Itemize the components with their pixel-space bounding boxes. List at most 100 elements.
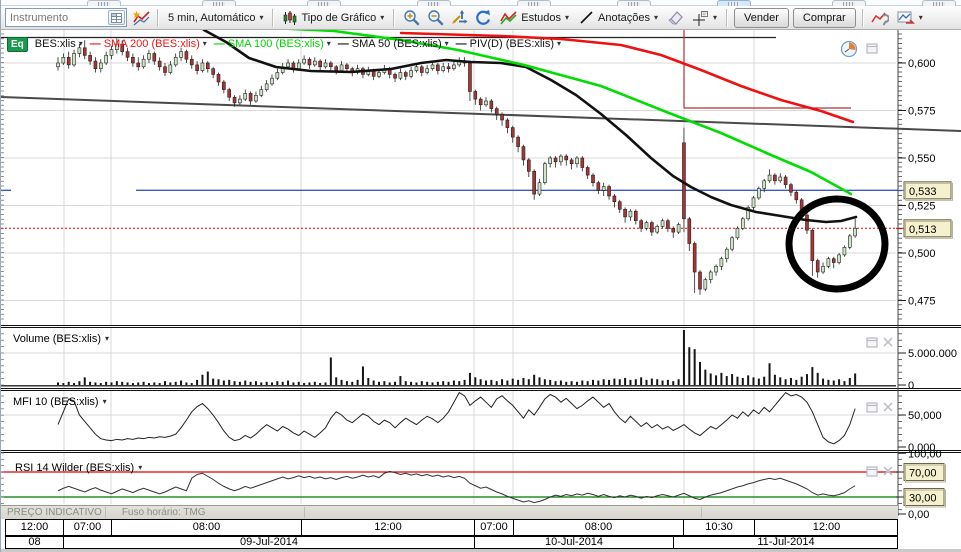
rsi-panel-dropdown[interactable]: RSI 14 Wilder (BES:xlis) ▾ xyxy=(15,462,142,474)
chart-settings-button[interactable] xyxy=(870,8,890,28)
candle-body xyxy=(853,228,857,237)
candle-body xyxy=(650,222,654,233)
date-axis-cell: 08 xyxy=(28,536,41,549)
volume-bar xyxy=(292,382,295,385)
candle-body xyxy=(740,218,745,229)
volume-bar xyxy=(538,377,541,385)
chart-export-icon xyxy=(897,11,915,24)
chart-plot-area[interactable]: 0,600 0,575 0,550 0,525 0,500 0,475 0,533 0,513… xyxy=(1,0,961,552)
volume-bar xyxy=(597,380,600,385)
time-axis-cell: 07:00 xyxy=(63,520,111,535)
candle-body xyxy=(837,254,841,263)
line-sample-icon: — xyxy=(213,38,225,50)
volume-bar xyxy=(271,382,273,385)
volume-bar xyxy=(506,380,509,385)
restore-panel-icon[interactable] xyxy=(866,337,878,348)
candle-body xyxy=(377,72,381,77)
candle-body xyxy=(484,100,488,106)
eraser-button[interactable] xyxy=(665,8,685,28)
buy-button[interactable]: Comprar xyxy=(792,7,856,28)
volume-bar xyxy=(682,329,685,385)
studies-label: Estudos xyxy=(521,11,562,24)
volume-bar xyxy=(608,379,611,385)
candle-body xyxy=(730,237,734,250)
volume-bar xyxy=(324,382,327,385)
volume-panel-dropdown[interactable]: Volume (BES:xlis) ▾ xyxy=(13,333,109,345)
candle-body xyxy=(815,260,820,273)
pan-adjust-button[interactable] xyxy=(449,8,469,28)
candle-body xyxy=(430,64,435,70)
mfi-line xyxy=(57,391,856,445)
volume-bar xyxy=(624,377,627,385)
candle-body xyxy=(805,214,809,231)
volume-bar xyxy=(420,381,423,385)
volume-bar xyxy=(800,376,803,385)
chart-legend: Eq BES:xlis ▾ — SMA 200 (BES:xlis) ▾ — S… xyxy=(7,36,561,52)
legend-sma200-dropdown[interactable]: — SMA 200 (BES:xlis) ▾ xyxy=(90,38,207,50)
volume-bar xyxy=(94,382,97,385)
volume-bar xyxy=(378,381,380,385)
candle-body xyxy=(93,60,98,69)
volume-bar xyxy=(73,383,76,385)
interval-dropdown[interactable]: 5 min, Automático ▾ xyxy=(165,10,266,26)
chart-canvas[interactable]: 0,600 0,575 0,550 0,525 0,500 0,475 0,533 0,513… xyxy=(1,0,961,552)
volume-bar xyxy=(287,380,290,385)
delayed-data-clock-icon[interactable] xyxy=(840,40,858,58)
indicative-price-label: PREÇO INDICATIVO xyxy=(7,507,102,518)
volume-bar xyxy=(410,381,413,385)
candle-body xyxy=(254,95,258,102)
chart-export-dropdown[interactable]: ▾ xyxy=(894,8,926,27)
volume-bar xyxy=(110,382,113,385)
volume-bar xyxy=(715,375,718,385)
zoom-in-button[interactable] xyxy=(401,8,421,28)
crosshair-dropdown[interactable]: ▾ xyxy=(689,8,720,28)
volume-bar xyxy=(517,379,520,385)
legend-sma100-dropdown[interactable]: — SMA 100 (BES:xlis) ▾ xyxy=(214,38,331,50)
studies-dropdown[interactable]: Estudos ▾ xyxy=(497,8,572,27)
candle-body xyxy=(329,62,333,68)
zoom-out-button[interactable] xyxy=(425,8,445,28)
favorite-study-icon[interactable]: ★ xyxy=(131,8,151,28)
annotations-dropdown[interactable]: Anotações ▾ xyxy=(576,8,661,27)
volume-bar xyxy=(490,379,493,385)
candle-body xyxy=(537,182,542,195)
legend-sma50-dropdown[interactable]: — SMA 50 (BES:xlis) ▾ xyxy=(338,38,449,50)
sell-button[interactable]: Vender xyxy=(734,7,789,28)
legend-symbol-dropdown[interactable]: BES:xlis ▾ xyxy=(35,38,83,50)
candle-body xyxy=(521,146,526,161)
volume-bar xyxy=(329,357,332,385)
sma200-label: SMA 200 (BES:xlis) xyxy=(103,38,200,50)
candle-body xyxy=(575,157,579,164)
restore-panel-icon[interactable] xyxy=(866,43,878,54)
candle-body xyxy=(323,62,328,68)
annotation-circle[interactable] xyxy=(785,195,889,293)
volume-bar xyxy=(126,382,129,385)
chevron-down-icon: ▾ xyxy=(654,12,659,22)
restore-panel-icon[interactable] xyxy=(866,466,878,477)
studies-icon xyxy=(500,11,517,25)
volume-bar xyxy=(164,381,166,385)
volume-bar xyxy=(260,382,263,385)
legend-piv-dropdown[interactable]: — PIV(D) (BES:xlis) ▾ xyxy=(456,38,561,50)
candle-body xyxy=(666,220,670,229)
candle-body xyxy=(569,159,574,164)
status-divider xyxy=(105,507,106,518)
volume-bar xyxy=(789,377,792,385)
volume-bar xyxy=(533,374,536,385)
volume-bar xyxy=(672,381,675,385)
status-divider xyxy=(701,507,702,518)
candle-body xyxy=(398,72,403,79)
candle-body xyxy=(232,96,237,104)
volume-bar xyxy=(575,381,578,385)
candle-body xyxy=(243,93,248,100)
candle-body xyxy=(633,210,638,221)
restore-panel-icon[interactable] xyxy=(866,402,878,413)
symbol-lookup-button[interactable] xyxy=(108,10,125,25)
chevron-down-icon: ▾ xyxy=(202,39,207,48)
undo-button[interactable] xyxy=(473,8,493,28)
chart-type-dropdown[interactable]: Tipo de Gráfico ▾ xyxy=(280,8,387,28)
volume-bar xyxy=(554,381,557,385)
volume-bar xyxy=(559,380,562,385)
mfi-panel-dropdown[interactable]: MFI 10 (BES:xlis) ▾ xyxy=(13,396,107,408)
candle-body xyxy=(136,62,141,68)
